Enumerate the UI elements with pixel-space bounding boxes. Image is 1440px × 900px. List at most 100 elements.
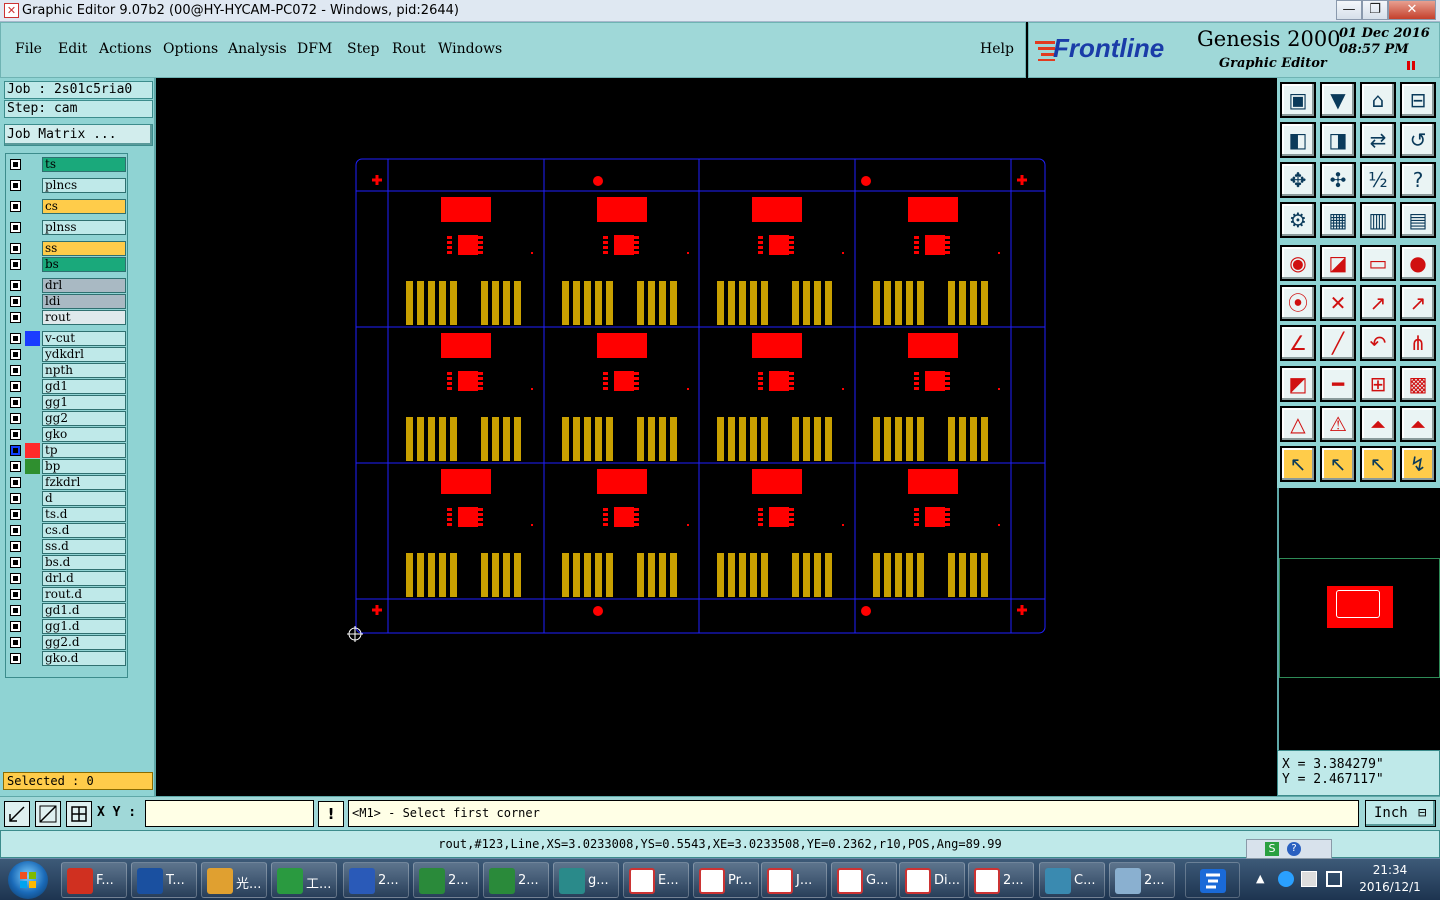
snap-center-button[interactable]	[35, 801, 61, 827]
layer-name[interactable]: drl.d	[42, 571, 126, 586]
tool-button-cut[interactable]: ━	[1320, 366, 1356, 402]
layer-checkbox[interactable]	[10, 280, 21, 291]
tray-security-icon[interactable]	[1301, 871, 1317, 887]
layer-checkbox[interactable]	[10, 296, 21, 307]
tool-button-redraw[interactable]: ↺	[1400, 122, 1436, 158]
layer-row[interactable]: v-cut	[8, 331, 126, 346]
layer-color-swatch[interactable]	[25, 459, 40, 474]
layer-checkbox[interactable]	[10, 259, 21, 270]
menu-edit[interactable]: Edit	[58, 41, 87, 57]
tool-button-circle[interactable]: ●	[1400, 245, 1436, 281]
task-button[interactable]: g...	[553, 862, 619, 898]
tool-button-slash[interactable]: ╱	[1320, 325, 1356, 361]
layer-name[interactable]: drl	[42, 278, 126, 293]
xy-input[interactable]	[145, 800, 314, 827]
task-button[interactable]: G...	[831, 862, 897, 898]
grid-button[interactable]	[66, 801, 92, 827]
tool-button-zoom-in[interactable]: ◨	[1320, 122, 1356, 158]
layer-checkbox[interactable]	[10, 445, 21, 456]
layer-row[interactable]: bs	[8, 257, 126, 272]
maximize-button[interactable]: ❐	[1362, 0, 1388, 20]
layer-color-swatch[interactable]	[25, 651, 40, 666]
layer-checkbox[interactable]	[10, 222, 21, 233]
layer-name[interactable]: gg1	[42, 395, 126, 410]
layer-row[interactable]: gd1	[8, 379, 126, 394]
layer-color-swatch[interactable]	[25, 443, 40, 458]
layer-name[interactable]: ss.d	[42, 539, 126, 554]
layer-color-swatch[interactable]	[25, 539, 40, 554]
layer-name[interactable]: v-cut	[42, 331, 126, 346]
layer-checkbox[interactable]	[10, 653, 21, 664]
layer-color-swatch[interactable]	[25, 619, 40, 634]
layer-color-swatch[interactable]	[25, 571, 40, 586]
layer-checkbox[interactable]	[10, 637, 21, 648]
layer-color-swatch[interactable]	[25, 411, 40, 426]
layer-color-swatch[interactable]	[25, 395, 40, 410]
layer-name[interactable]: bp	[42, 459, 126, 474]
layer-color-swatch[interactable]	[25, 278, 40, 293]
layer-color-swatch[interactable]	[25, 241, 40, 256]
tool-button-select[interactable]: ↖	[1280, 446, 1316, 482]
layer-checkbox[interactable]	[10, 573, 21, 584]
task-button[interactable]: C...	[1039, 862, 1105, 898]
layer-row[interactable]: drl	[8, 278, 126, 293]
menu-dfm[interactable]: DFM	[297, 41, 332, 57]
layer-row[interactable]: drl.d	[8, 571, 126, 586]
layer-row[interactable]: gd1.d	[8, 603, 126, 618]
layer-checkbox[interactable]	[10, 365, 21, 376]
task-button[interactable]: T...	[131, 862, 197, 898]
task-button[interactable]: F...	[61, 862, 127, 898]
overview-viewport[interactable]	[1336, 590, 1380, 618]
tool-button-home[interactable]: ⌂	[1360, 82, 1396, 118]
tray-expand-icon[interactable]: ▲	[1256, 872, 1264, 885]
layer-checkbox[interactable]	[10, 201, 21, 212]
alert-icon[interactable]: !	[318, 801, 344, 827]
layer-color-swatch[interactable]	[25, 257, 40, 272]
layer-name[interactable]: gko	[42, 427, 126, 442]
layer-row[interactable]: cs.d	[8, 523, 126, 538]
tool-button-zoom-home[interactable]: ✣	[1320, 162, 1356, 198]
layer-name[interactable]: ts.d	[42, 507, 126, 522]
close-button[interactable]: ✕	[1388, 0, 1436, 20]
layer-checkbox[interactable]	[10, 461, 21, 472]
tool-button-triangle-a[interactable]: ⚠	[1320, 406, 1356, 442]
layer-checkbox[interactable]	[10, 493, 21, 504]
layer-row[interactable]: gg2.d	[8, 635, 126, 650]
tool-button-fit[interactable]: ✥	[1280, 162, 1316, 198]
layer-row[interactable]: plncs	[8, 178, 126, 193]
layer-checkbox[interactable]	[10, 381, 21, 392]
tool-button-arrow-b[interactable]: ⏶	[1400, 406, 1436, 442]
layer-name[interactable]: gg2.d	[42, 635, 126, 650]
job-matrix-button[interactable]: Job Matrix ...	[4, 124, 153, 146]
task-button[interactable]: 2...	[413, 862, 479, 898]
layer-name[interactable]: ss	[42, 241, 126, 256]
tool-button-select-clock[interactable]: ↖	[1360, 446, 1396, 482]
tool-button-triangle[interactable]: △	[1280, 406, 1316, 442]
layer-row[interactable]: gg2	[8, 411, 126, 426]
task-button[interactable]: 2...	[968, 862, 1034, 898]
layer-row[interactable]: gg1.d	[8, 619, 126, 634]
layer-checkbox[interactable]	[10, 243, 21, 254]
layer-name[interactable]: gg1.d	[42, 619, 126, 634]
layer-row[interactable]: rout	[8, 310, 126, 325]
tool-button-angle[interactable]: ∠	[1280, 325, 1316, 361]
layer-checkbox[interactable]	[10, 477, 21, 488]
tool-button-window[interactable]: ⊟	[1400, 82, 1436, 118]
layer-color-swatch[interactable]	[25, 199, 40, 214]
tool-button-ruler[interactable]: ▭	[1360, 245, 1396, 281]
task-button[interactable]: 2...	[343, 862, 409, 898]
layer-row[interactable]: ts.d	[8, 507, 126, 522]
layer-checkbox[interactable]	[10, 312, 21, 323]
tool-button-zoom-out[interactable]: ◧	[1280, 122, 1316, 158]
menu-step[interactable]: Step	[347, 41, 379, 57]
layer-checkbox[interactable]	[10, 397, 21, 408]
layer-checkbox[interactable]	[10, 509, 21, 520]
layer-color-swatch[interactable]	[25, 475, 40, 490]
layer-color-swatch[interactable]	[25, 603, 40, 618]
layer-row[interactable]: plnss	[8, 220, 126, 235]
tool-button-cross[interactable]: ✕	[1320, 285, 1356, 321]
layer-color-swatch[interactable]	[25, 347, 40, 362]
layer-color-swatch[interactable]	[25, 331, 40, 346]
layer-name[interactable]: bs.d	[42, 555, 126, 570]
layer-row[interactable]: npth	[8, 363, 126, 378]
